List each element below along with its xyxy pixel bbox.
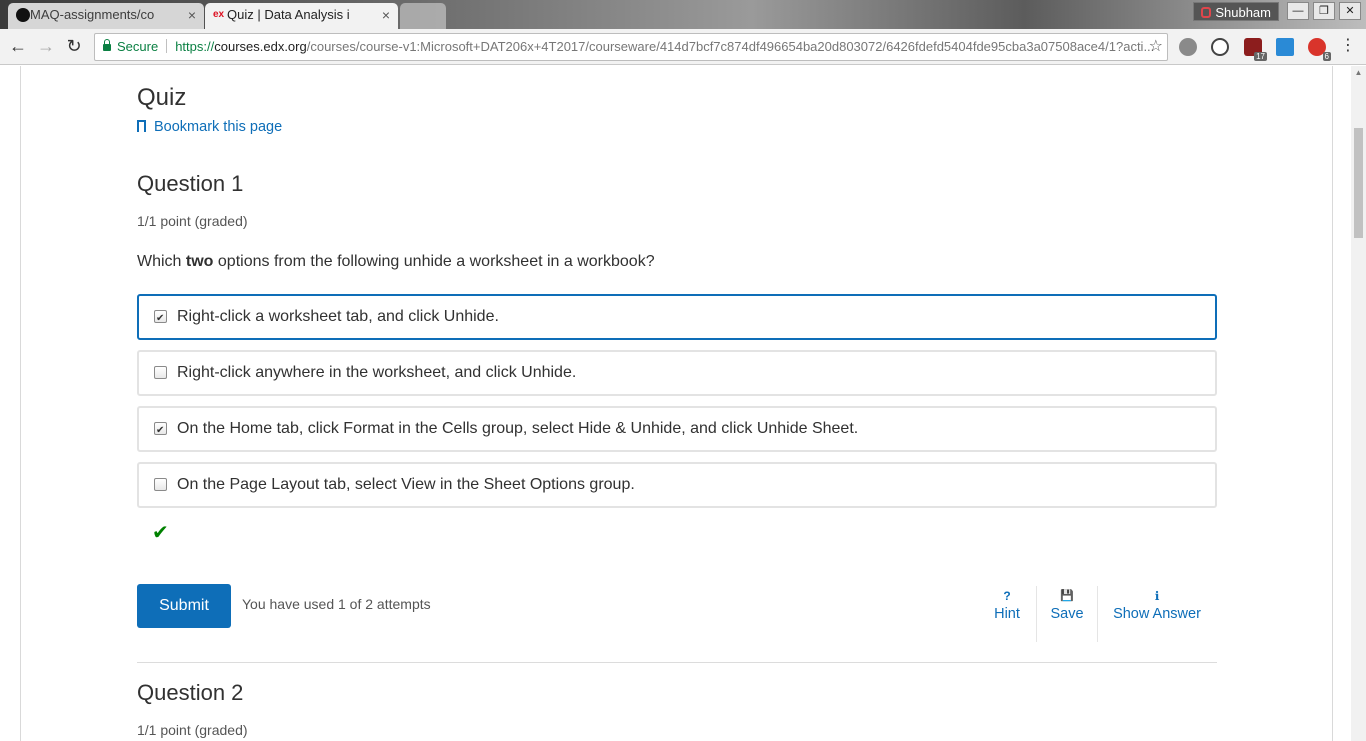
question-prompt: Which two options from the following unh…	[137, 253, 655, 271]
tab-close-icon[interactable]: ×	[188, 3, 196, 27]
adblock-badge: 6	[1322, 52, 1331, 61]
action-divider	[1036, 586, 1037, 642]
reload-button[interactable]: ↻	[62, 35, 86, 59]
tab-quiz[interactable]: ex Quiz | Data Analysis i ×	[205, 3, 398, 29]
question-title: Question 1	[137, 171, 244, 196]
window-icon[interactable]	[1276, 38, 1294, 56]
tab-maq-assignments[interactable]: MAQ-assignments/co ×	[8, 3, 204, 29]
browser-titlebar: MAQ-assignments/co × ex Quiz | Data Anal…	[0, 0, 1366, 29]
speedometer-icon[interactable]	[1211, 38, 1229, 56]
question-icon: ?	[1003, 589, 1011, 603]
page-scrollbar[interactable]: ▲	[1351, 66, 1366, 741]
omnibox-divider	[166, 39, 168, 53]
minimize-button[interactable]: —	[1287, 2, 1309, 20]
correct-check-icon: ✔	[152, 522, 169, 544]
url-scheme: https://	[175, 39, 215, 54]
bookmark-button[interactable]: Bookmark this page	[137, 119, 282, 135]
tab-close-icon[interactable]: ×	[382, 3, 390, 27]
question-points: 1/1 point (graded)	[137, 213, 248, 229]
tab-title: Quiz | Data Analysis i	[227, 7, 350, 22]
choice-label: Right-click a worksheet tab, and click U…	[177, 308, 499, 325]
url-path: /courses/course-v1:Microsoft+DAT206x+4T2…	[306, 39, 1155, 54]
secure-label: Secure	[117, 39, 159, 54]
scroll-up-icon[interactable]: ▲	[1351, 66, 1366, 80]
forward-button[interactable]: →	[34, 35, 58, 59]
github-icon	[16, 8, 30, 22]
choice-2[interactable]: Right-click anywhere in the worksheet, a…	[137, 350, 1217, 396]
choice-3[interactable]: On the Home tab, click Format in the Cel…	[137, 406, 1217, 452]
hint-button[interactable]: ? Hint	[983, 584, 1031, 644]
adblock-icon[interactable]: 6	[1308, 38, 1331, 61]
scrollbar-thumb[interactable]	[1354, 128, 1363, 238]
show-answer-label: Show Answer	[1113, 606, 1201, 622]
choice-label: On the Page Layout tab, select View in t…	[177, 476, 635, 493]
choice-checkbox[interactable]	[154, 366, 167, 379]
show-answer-button[interactable]: ℹ Show Answer	[1107, 584, 1207, 644]
browser-toolbar: ← → ↻ Secure https://courses.edx.org/cour…	[0, 29, 1366, 65]
choice-checkbox[interactable]	[154, 478, 167, 491]
ublock-icon[interactable]: 17	[1244, 38, 1267, 61]
choice-4[interactable]: On the Page Layout tab, select View in t…	[137, 462, 1217, 508]
back-button[interactable]: ←	[6, 35, 30, 59]
tab-title: MAQ-assignments/co	[30, 7, 155, 22]
bookmark-label: Bookmark this page	[154, 119, 283, 135]
lock-icon	[103, 39, 111, 51]
evernote-icon[interactable]	[1179, 38, 1197, 56]
save-label: Save	[1050, 606, 1084, 622]
url-host: courses.edx.org	[214, 39, 307, 54]
question-divider	[137, 662, 1217, 663]
save-icon: 💾	[1060, 590, 1074, 602]
prompt-text: Which	[137, 253, 186, 270]
close-window-button[interactable]: ✕	[1339, 2, 1361, 20]
question-title: Question 2	[137, 680, 244, 705]
action-divider	[1097, 586, 1098, 642]
profile-name: Shubham	[1215, 5, 1271, 20]
choice-label: On the Home tab, click Format in the Cel…	[177, 420, 859, 437]
choice-checkbox[interactable]	[154, 298, 167, 340]
bookmark-icon	[137, 120, 146, 135]
menu-icon[interactable]: ⋮	[1336, 35, 1360, 59]
profile-icon	[1201, 7, 1211, 18]
profile-button[interactable]: Shubham	[1193, 2, 1279, 21]
question-points: 1/1 point (graded)	[137, 722, 248, 738]
edx-icon: ex	[213, 9, 225, 20]
ublock-badge: 17	[1254, 52, 1267, 61]
choice-label: Right-click anywhere in the worksheet, a…	[177, 364, 577, 381]
choice-checkbox[interactable]	[154, 410, 167, 452]
hint-label: Hint	[994, 606, 1020, 622]
new-tab-button[interactable]	[400, 3, 446, 29]
bookmark-star-icon[interactable]: ☆	[1149, 34, 1163, 60]
prompt-text: options from the following unhide a work…	[213, 253, 655, 270]
address-bar[interactable]: Secure https://courses.edx.org/courses/co…	[94, 33, 1168, 61]
page-title: Quiz	[137, 84, 187, 111]
prompt-emphasis: two	[185, 253, 214, 270]
submit-button[interactable]: Submit	[137, 584, 231, 628]
save-button[interactable]: 💾 Save	[1043, 584, 1091, 644]
choice-1[interactable]: Right-click a worksheet tab, and click U…	[137, 294, 1217, 340]
page-viewport: Quiz Bookmark this page Question 1 1/1 p…	[0, 66, 1366, 741]
attempts-text: You have used 1 of 2 attempts	[242, 596, 431, 612]
restore-button[interactable]: ❐	[1313, 2, 1335, 20]
info-icon: ℹ	[1154, 589, 1160, 603]
